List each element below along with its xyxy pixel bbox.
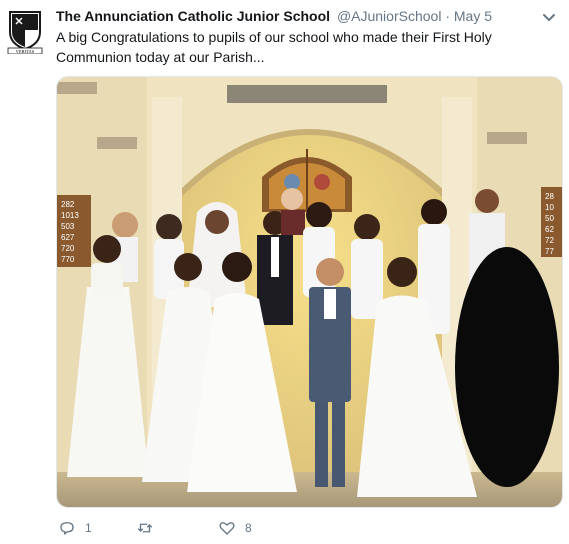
reply-button[interactable]: 1 xyxy=(58,519,92,537)
hymn-number: 720 xyxy=(61,244,75,253)
tweet-header: The Annunciation Catholic Junior School … xyxy=(56,6,529,26)
hymn-number: 72 xyxy=(545,236,554,245)
hymn-number: 1013 xyxy=(61,211,79,220)
hymn-number: 627 xyxy=(61,233,75,242)
tweet-date[interactable]: May 5 xyxy=(454,8,492,24)
hymn-number: 77 xyxy=(545,247,554,256)
hymn-number: 10 xyxy=(545,203,554,212)
heart-icon xyxy=(219,522,235,535)
avatar-motto: VERITAS xyxy=(16,49,35,54)
tweet-photo[interactable]: 282 1013 503 627 720 770 28 10 50 62 72 77 xyxy=(56,76,563,508)
reply-icon xyxy=(60,522,74,535)
hymn-number: 62 xyxy=(545,225,554,234)
reply-count: 1 xyxy=(85,521,92,535)
separator-dot: · xyxy=(445,8,450,24)
author-handle[interactable]: @AJuniorSchool xyxy=(337,8,442,24)
avatar[interactable]: VERITAS xyxy=(6,8,44,55)
tweet-text: A big Congratulations to pupils of our s… xyxy=(56,29,492,65)
hymn-number: 28 xyxy=(545,192,554,201)
retweet-icon xyxy=(137,523,153,533)
chevron-down-icon[interactable] xyxy=(541,10,557,26)
like-button[interactable]: 8 xyxy=(218,519,252,537)
author-name[interactable]: The Annunciation Catholic Junior School xyxy=(56,8,330,24)
hymn-number: 50 xyxy=(545,214,554,223)
like-count: 8 xyxy=(245,521,252,535)
hymn-number: 282 xyxy=(61,200,75,209)
retweet-button[interactable] xyxy=(136,519,163,537)
hymn-number: 770 xyxy=(61,255,75,264)
hymn-number: 503 xyxy=(61,222,75,231)
